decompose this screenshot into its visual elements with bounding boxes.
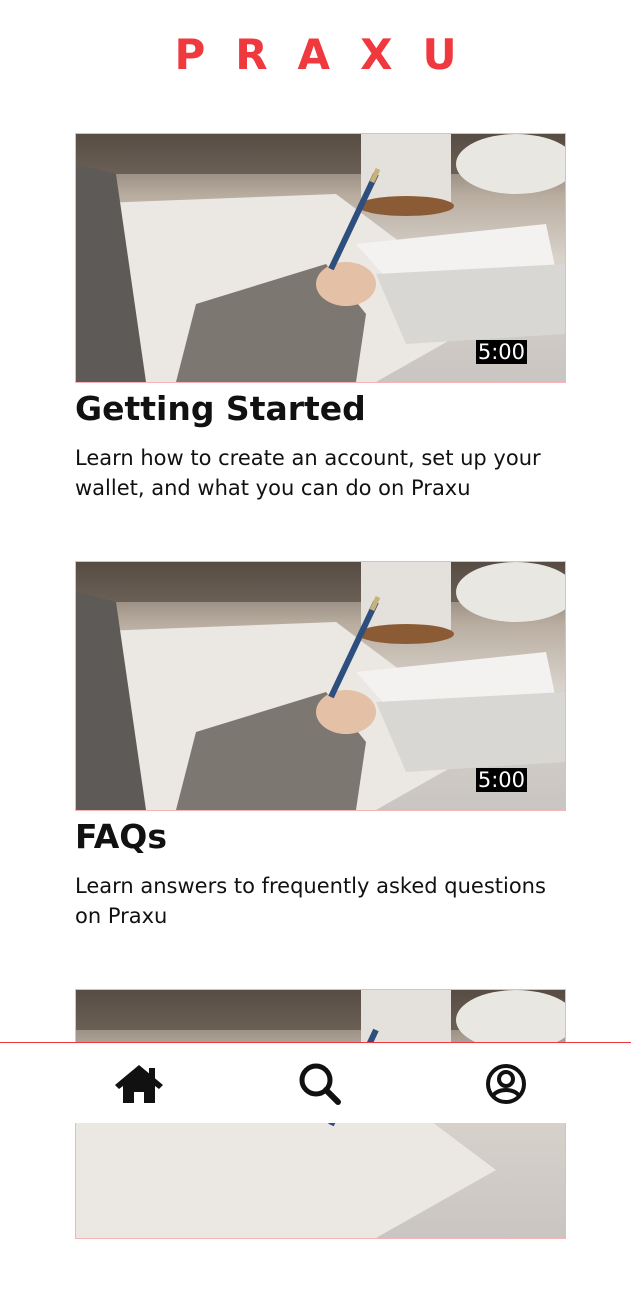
video-description: Learn how to create an account, set up y… [75, 446, 541, 500]
video-card: 5:00 FAQs Learn answers to frequently as… [75, 561, 566, 931]
video-duration: 5:00 [475, 340, 527, 364]
nav-home-button[interactable] [111, 1059, 167, 1109]
video-card: 5:00 Getting Started Learn how to create… [75, 133, 566, 503]
video-title[interactable]: Getting Started [75, 389, 566, 429]
video-thumbnail[interactable]: 5:00 [75, 133, 566, 383]
nav-account-button[interactable] [478, 1059, 534, 1109]
search-icon [299, 1063, 341, 1105]
nav-search-button[interactable] [292, 1059, 348, 1109]
video-title[interactable]: FAQs [75, 817, 566, 857]
app-logo: PRAXU [174, 30, 487, 79]
bottom-navigation [0, 1042, 631, 1123]
video-description: Learn answers to frequently asked questi… [75, 874, 546, 928]
video-duration: 5:00 [475, 768, 527, 792]
home-icon [115, 1065, 163, 1103]
account-icon [486, 1064, 526, 1104]
video-thumbnail[interactable]: 5:00 [75, 561, 566, 811]
